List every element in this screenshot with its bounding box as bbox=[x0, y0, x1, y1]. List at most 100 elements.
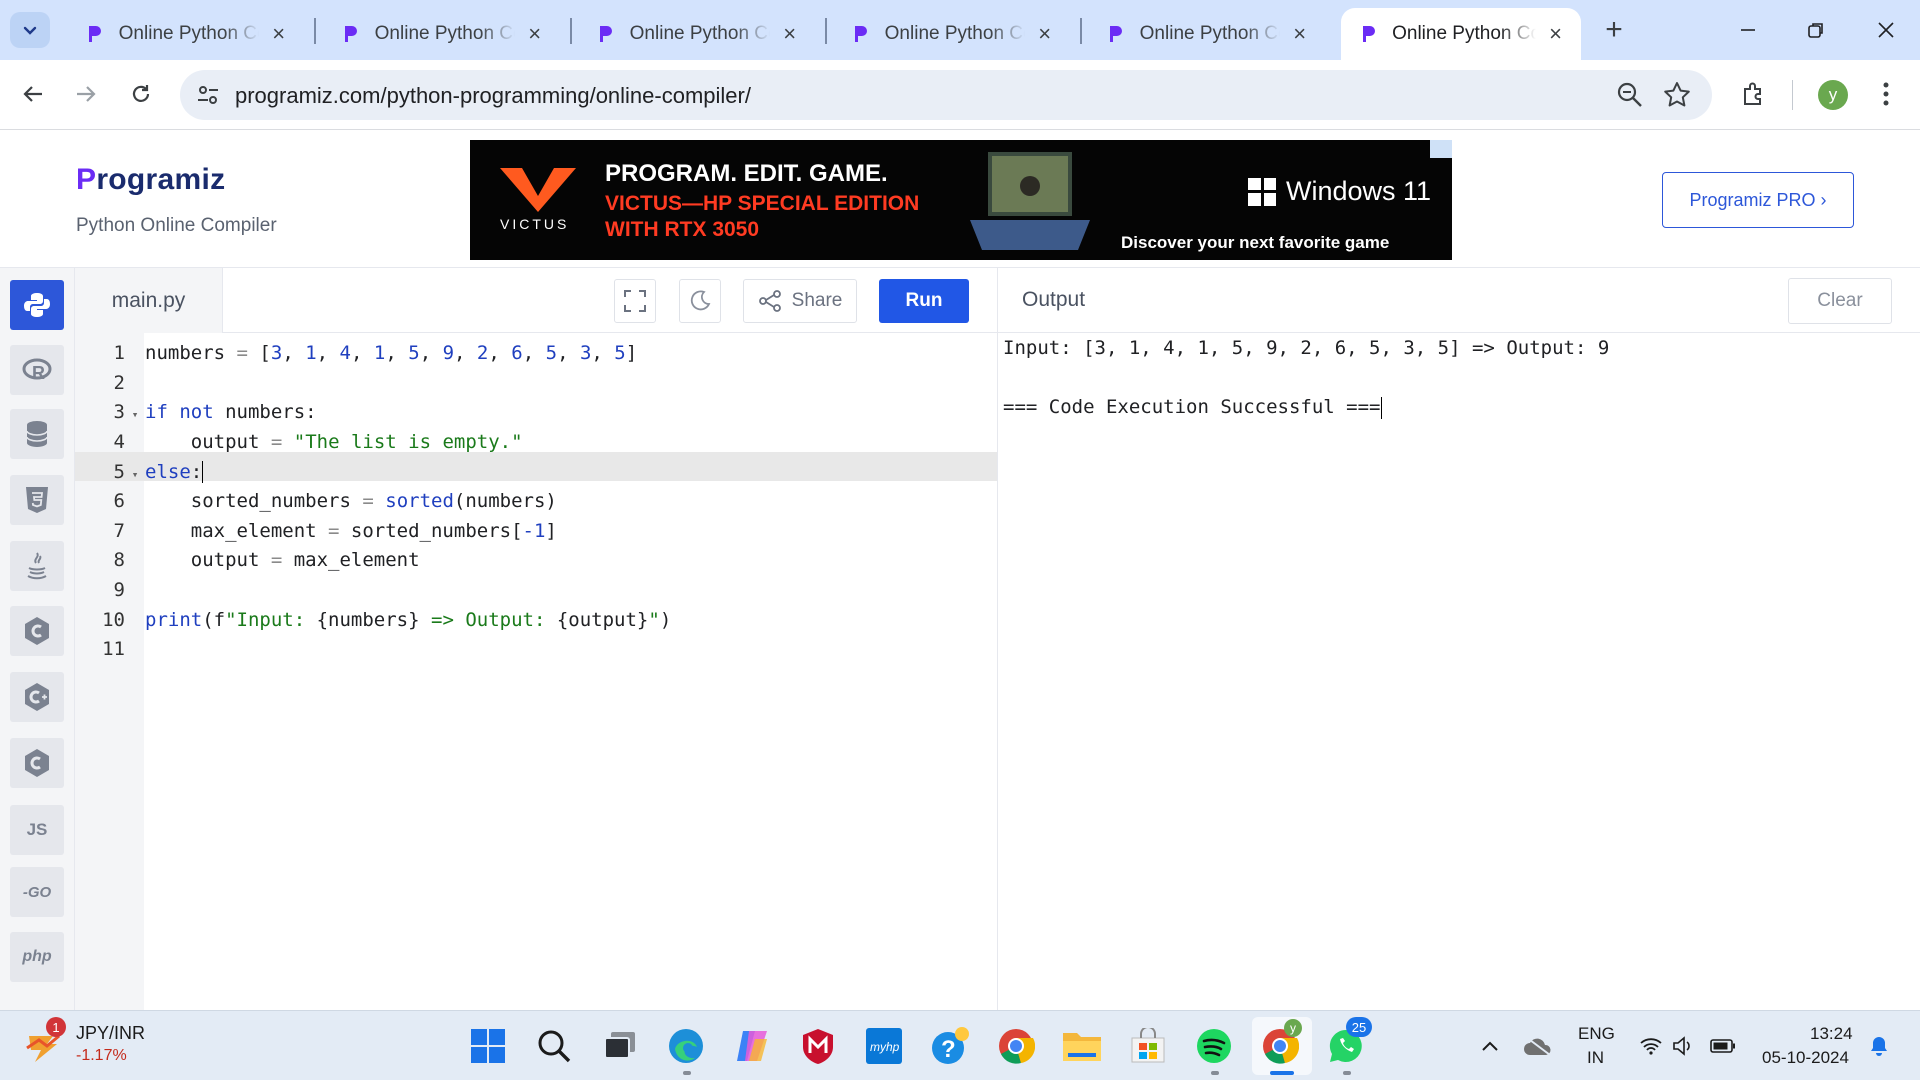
microsoft-store-app[interactable] bbox=[1126, 1024, 1170, 1068]
language-csharp[interactable] bbox=[10, 738, 64, 788]
reload-button[interactable] bbox=[121, 74, 161, 114]
show-hidden-icons-button[interactable] bbox=[1470, 1024, 1510, 1068]
site-settings-icon[interactable] bbox=[196, 83, 220, 107]
code-line[interactable]: 10 print(f"Input: {numbers} => Output: {o… bbox=[75, 606, 997, 636]
close-tab-icon[interactable]: × bbox=[523, 21, 546, 46]
wifi-status[interactable] bbox=[1636, 1024, 1666, 1068]
spotify-app[interactable] bbox=[1192, 1024, 1236, 1068]
windows-logo-icon bbox=[1248, 177, 1276, 206]
site-header: Programiz Python Online Compiler VICTUS … bbox=[0, 131, 1920, 268]
code-line[interactable]: 6 sorted_numbers = sorted(numbers) bbox=[75, 487, 997, 517]
profile-avatar[interactable]: y bbox=[1818, 80, 1848, 110]
code-line[interactable]: 1 numbers = [3, 1, 4, 1, 5, 9, 2, 6, 5, 3… bbox=[75, 339, 997, 369]
file-tab-main-py[interactable]: main.py bbox=[75, 268, 223, 333]
close-tab-icon[interactable]: × bbox=[778, 21, 801, 46]
onedrive-status[interactable] bbox=[1518, 1024, 1558, 1068]
fold-toggle-icon[interactable]: ▾ bbox=[125, 400, 145, 430]
file-explorer-app[interactable] bbox=[1060, 1024, 1104, 1068]
mcafee-app[interactable] bbox=[796, 1024, 840, 1068]
search-button[interactable] bbox=[532, 1024, 576, 1068]
browser-tab[interactable]: Online Python Compiler (Interpreter) × bbox=[579, 8, 815, 60]
language-javascript[interactable]: JS bbox=[10, 805, 64, 855]
notifications-button[interactable] bbox=[1864, 1024, 1894, 1068]
folder-icon bbox=[1063, 1033, 1101, 1061]
language-python[interactable] bbox=[10, 280, 64, 330]
fullscreen-button[interactable] bbox=[614, 279, 656, 323]
programiz-logo[interactable]: Programiz bbox=[76, 163, 225, 197]
clock-date[interactable]: 05-10-2024 bbox=[1762, 1048, 1849, 1068]
whatsapp-unread-badge: 25 bbox=[1346, 1017, 1372, 1037]
fold-toggle-icon[interactable]: ▾ bbox=[125, 460, 145, 490]
browser-menu-button[interactable] bbox=[1866, 74, 1906, 114]
ad-choices-icon[interactable] bbox=[1430, 140, 1452, 158]
input-language-top[interactable]: ENG bbox=[1578, 1024, 1615, 1044]
python-icon bbox=[24, 293, 50, 317]
code-line[interactable]: 7 max_element = sorted_numbers[-1] bbox=[75, 517, 997, 547]
code-token: numbers: bbox=[213, 401, 317, 424]
zoom-icon[interactable] bbox=[1616, 81, 1644, 109]
share-button[interactable]: Share bbox=[743, 279, 857, 323]
language-sql[interactable] bbox=[10, 409, 64, 459]
url-text[interactable]: programiz.com/python-programming/online-… bbox=[235, 83, 751, 109]
battery-status[interactable] bbox=[1708, 1024, 1738, 1068]
code-line[interactable]: 11 bbox=[75, 635, 997, 665]
run-button[interactable]: Run bbox=[879, 279, 969, 323]
volume-status[interactable] bbox=[1668, 1024, 1698, 1068]
programiz-pro-button[interactable]: Programiz PRO › bbox=[1662, 172, 1854, 228]
restore-button[interactable] bbox=[1796, 10, 1836, 50]
copilot-app[interactable] bbox=[730, 1024, 774, 1068]
code-token: => Output: bbox=[419, 608, 557, 631]
extensions-button[interactable] bbox=[1733, 74, 1773, 114]
code-line[interactable]: 4 output = "The list is empty." bbox=[75, 428, 997, 458]
code-line[interactable]: 9 bbox=[75, 576, 997, 606]
browser-tab[interactable]: Online Python Compiler (Interpreter) × bbox=[324, 8, 560, 60]
clear-output-button[interactable]: Clear bbox=[1788, 278, 1892, 324]
close-tab-icon[interactable]: × bbox=[267, 21, 290, 46]
close-tab-icon[interactable]: × bbox=[1544, 21, 1567, 46]
forward-button[interactable] bbox=[66, 74, 106, 114]
advertisement-banner[interactable]: VICTUS PROGRAM. EDIT. GAME. VICTUS—HP SP… bbox=[470, 140, 1452, 260]
code-line[interactable]: 3 ▾ if not numbers: bbox=[75, 398, 997, 428]
browser-tab[interactable]: Online Python Compiler (Interpreter) × bbox=[1089, 8, 1325, 60]
bookmark-star-icon[interactable] bbox=[1662, 80, 1692, 110]
language-html[interactable] bbox=[10, 475, 64, 525]
language-go[interactable]: - GO bbox=[10, 867, 64, 917]
fullscreen-icon bbox=[624, 290, 646, 312]
puzzle-icon bbox=[1744, 82, 1761, 105]
close-window-button[interactable] bbox=[1866, 10, 1906, 50]
dark-mode-button[interactable] bbox=[679, 279, 721, 323]
language-c[interactable] bbox=[10, 606, 64, 656]
line-number: 7 bbox=[113, 519, 125, 542]
myhp-app[interactable]: myhp bbox=[862, 1024, 906, 1068]
new-tab-button[interactable]: + bbox=[1598, 13, 1630, 46]
edge-app[interactable] bbox=[664, 1024, 708, 1068]
language-r[interactable]: R bbox=[10, 345, 64, 395]
task-view-button[interactable] bbox=[598, 1024, 642, 1068]
line-number: 4 bbox=[113, 431, 125, 453]
close-tab-icon[interactable]: × bbox=[1288, 21, 1311, 46]
chrome-app[interactable] bbox=[994, 1024, 1038, 1068]
code-line[interactable]: 5 ▾ else: bbox=[75, 458, 997, 488]
minimize-icon bbox=[1741, 29, 1755, 31]
panel-divider[interactable] bbox=[997, 268, 998, 1010]
tab-search-button[interactable] bbox=[10, 12, 50, 48]
code-token: 6 bbox=[511, 342, 523, 365]
language-java[interactable] bbox=[10, 541, 64, 591]
code-line[interactable]: 8 output = max_element bbox=[75, 546, 997, 576]
start-button[interactable] bbox=[466, 1024, 510, 1068]
close-tab-icon[interactable]: × bbox=[1033, 21, 1056, 46]
browser-tab[interactable]: Online Python Compiler (Interpreter) × bbox=[1341, 8, 1581, 60]
input-language-bottom[interactable]: IN bbox=[1587, 1048, 1604, 1068]
code-line[interactable]: 2 bbox=[75, 369, 997, 399]
help-app[interactable]: ? bbox=[928, 1024, 972, 1068]
code-token: 3 bbox=[270, 342, 283, 365]
clock-time[interactable]: 13:24 bbox=[1810, 1024, 1853, 1044]
back-button[interactable] bbox=[13, 74, 53, 114]
browser-tab[interactable]: Online Python Compiler (Interpreter) × bbox=[834, 8, 1070, 60]
address-bar[interactable]: programiz.com/python-programming/online-… bbox=[180, 70, 1712, 120]
browser-tab[interactable]: Online Python Compiler (Interpreter) × bbox=[68, 8, 304, 60]
language-cpp[interactable] bbox=[10, 672, 64, 722]
minimize-button[interactable] bbox=[1728, 10, 1768, 50]
language-php[interactable]: php bbox=[10, 932, 64, 982]
